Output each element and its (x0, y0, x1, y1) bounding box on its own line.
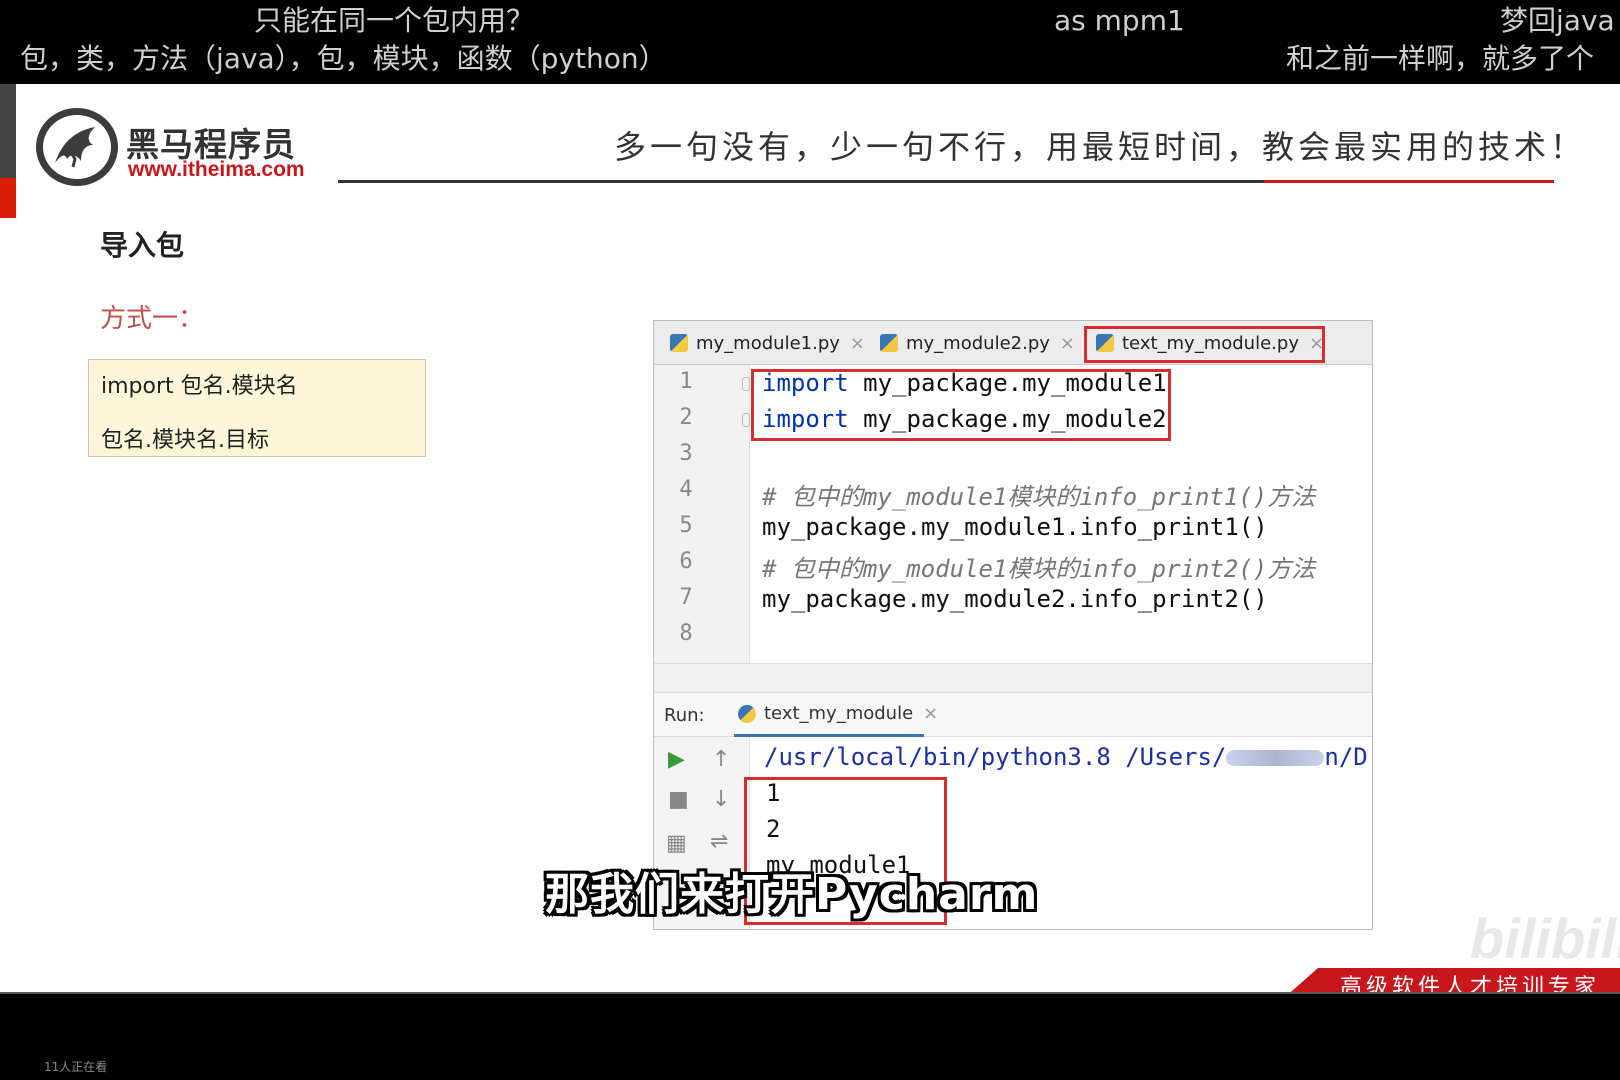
code-line-5[interactable]: my_package.my_module1.info_print1() (762, 513, 1268, 541)
fold-marker-icon[interactable] (742, 413, 750, 427)
bilibili-watermark: bilibili (1470, 907, 1620, 970)
code-line-6[interactable]: # 包中的my_module1模块的info_print2()方法 (762, 549, 1315, 584)
danmaku-comment: 梦回java (1500, 4, 1615, 37)
line-number: 3 (679, 441, 693, 466)
console-path-start: /usr/local/bin/python3.8 /Users/ (764, 743, 1227, 771)
video-subtitle: 那我们来打开Pycharm (545, 869, 1039, 920)
header-divider-accent (1264, 180, 1554, 183)
run-tab-label: text_my_module (764, 703, 914, 724)
redacted-username (1226, 750, 1325, 766)
danmaku-comment: 只能在同一个包内用？ (254, 4, 535, 37)
close-icon[interactable]: × (1060, 333, 1075, 354)
tab-label: my_module2.py (906, 332, 1050, 354)
tab-label: my_module1.py (696, 332, 840, 354)
line-number: 6 (679, 549, 693, 574)
soft-wrap-icon[interactable]: ⇌ (710, 829, 728, 854)
arrow-up-icon[interactable]: ↑ (712, 747, 730, 772)
bottom-banner: 高级软件人才培训专家 (1284, 968, 1620, 994)
close-icon[interactable]: × (850, 333, 865, 354)
code-line-4[interactable]: # 包中的my_module1模块的info_print1()方法 (762, 477, 1315, 512)
logo-url: www.itheima.com (128, 158, 305, 181)
rerun-icon[interactable]: ▶ (668, 747, 685, 772)
danmaku-bar: 只能在同一个包内用？ as mpm1 梦回java 包，类，方法（java），包… (0, 0, 1620, 84)
python-file-icon (880, 334, 898, 352)
viewer-count: 11人正在看 (44, 1060, 108, 1074)
pycharm-screenshot: my_module1.py × my_module2.py × text_my_… (653, 320, 1373, 930)
syntax-box: import 包名.模块名 包名.模块名.目标 (88, 359, 426, 457)
editor-divider (654, 663, 1372, 693)
run-toolbar: Run: text_my_module × (654, 693, 1372, 737)
close-icon[interactable]: × (923, 703, 938, 724)
run-label: Run: (664, 705, 705, 726)
side-accent-dark (0, 84, 16, 178)
run-tab[interactable]: text_my_module × (738, 703, 938, 724)
line-number: 8 (679, 621, 693, 646)
line-gutter: 1 2 3 4 5 6 7 8 (654, 365, 750, 663)
fold-marker-icon[interactable] (742, 377, 750, 391)
header-divider (338, 180, 1264, 183)
line-number: 4 (679, 477, 693, 502)
active-tab-indicator (734, 734, 924, 737)
arrow-down-icon[interactable]: ↓ (712, 787, 730, 812)
side-accent-red (0, 178, 16, 218)
slide-bottom-divider (0, 992, 1620, 994)
horse-logo-icon (36, 108, 118, 186)
code-line-7[interactable]: my_package.my_module2.info_print2() (762, 585, 1268, 613)
console-path-end: n/D (1324, 743, 1368, 771)
banner-text: 高级软件人才培训专家 (1340, 975, 1601, 994)
highlight-frame (1084, 326, 1325, 363)
highlight-frame (751, 369, 1171, 441)
danmaku-comment: as mpm1 (1054, 4, 1185, 37)
danmaku-comment: 包，类，方法（java），包，模块，函数（python） (20, 42, 667, 75)
line-number: 5 (679, 513, 693, 538)
stop-icon[interactable]: ■ (668, 787, 689, 812)
syntax-line: import 包名.模块名 (101, 374, 298, 399)
method-label: 方式一： (100, 304, 205, 334)
section-title: 导入包 (100, 229, 185, 262)
line-number: 2 (679, 405, 693, 430)
layout-icon[interactable]: ▦ (666, 831, 687, 856)
syntax-line: 包名.模块名.目标 (101, 428, 269, 453)
python-file-icon (670, 334, 688, 352)
editor-tabbar: my_module1.py × my_module2.py × text_my_… (654, 321, 1372, 365)
tab-my-module2[interactable]: my_module2.py × (880, 329, 1075, 357)
console-command: /usr/local/bin/python3.8 /Users/n/D (764, 743, 1368, 771)
danmaku-comment: 和之前一样啊，就多了个 (1286, 42, 1595, 75)
line-number: 1 (679, 369, 693, 394)
video-slide: 黑马程序员 www.itheima.com 多一句没有，少一句不行，用最短时间，… (0, 84, 1620, 994)
slogan: 多一句没有，少一句不行，用最短时间，教会最实用的技术！ (614, 128, 1587, 166)
tab-my-module1[interactable]: my_module1.py × (670, 329, 865, 357)
python-run-icon (738, 704, 756, 723)
line-number: 7 (679, 585, 693, 610)
